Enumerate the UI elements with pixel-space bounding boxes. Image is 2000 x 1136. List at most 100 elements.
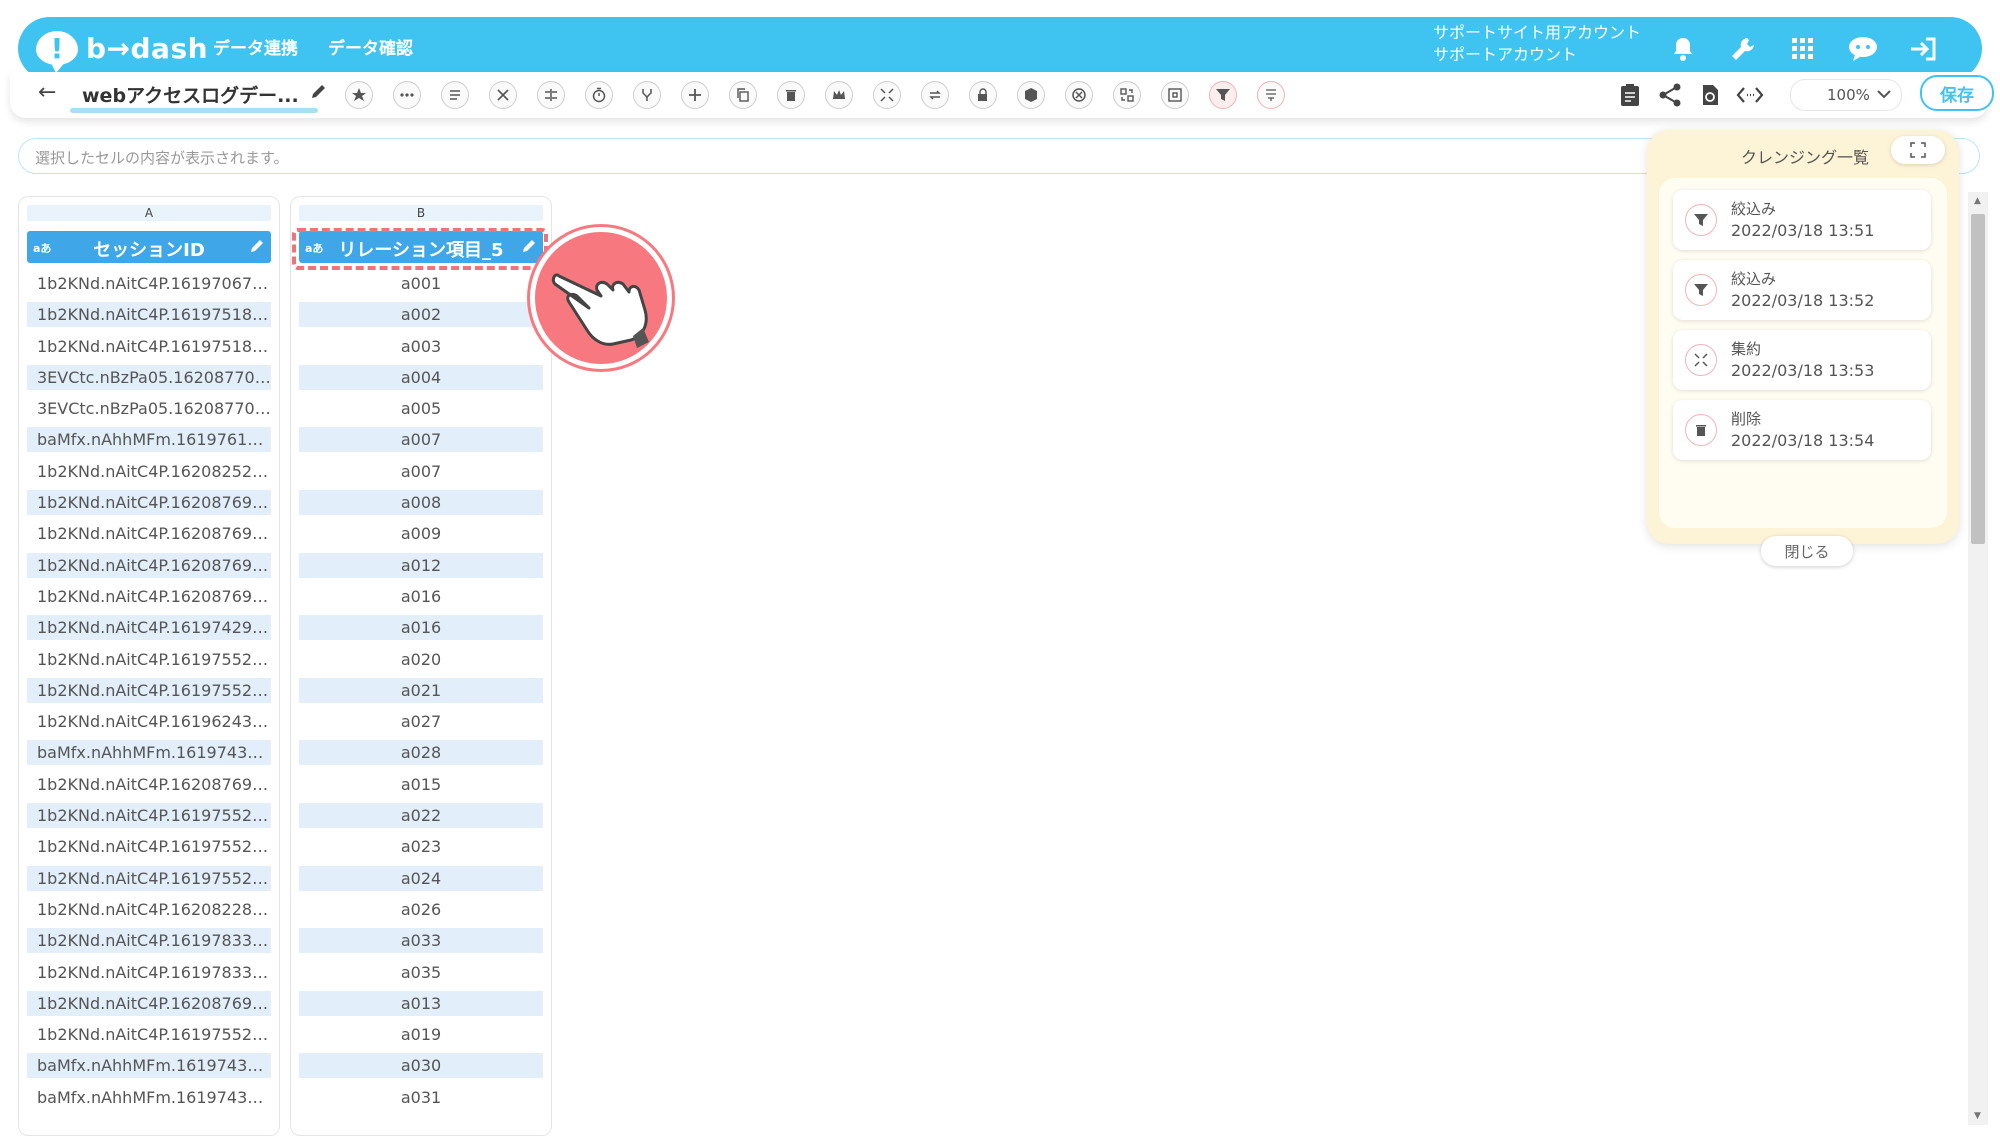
grid-cell[interactable]: a020 [299,647,543,672]
grid-cell[interactable]: a012 [299,552,543,578]
grid-cell[interactable]: baMfx.nAhhMFm.161974348... [27,1053,271,1079]
copy-icon[interactable] [729,81,757,109]
aggregate-compress-icon[interactable] [873,81,901,109]
grid-cell[interactable]: baMfx.nAhhMFm.161976133... [27,427,271,453]
column-letter[interactable]: B [299,205,543,221]
grid-cell[interactable]: 1b2KNd.nAitC4P.162087690... [27,584,271,609]
scrollbar-thumb[interactable] [1971,214,1985,544]
share-icon[interactable] [1655,80,1685,110]
app-grid-icon[interactable] [1783,29,1823,69]
package-box-icon[interactable] [1017,81,1045,109]
cleansing-step[interactable]: 集約 2022/03/18 13:53 [1673,330,1931,390]
column-letter[interactable]: A [27,205,271,221]
close-panel-button[interactable]: 閉じる [1761,536,1853,566]
grid-cell[interactable]: 1b2KNd.nAitC4P.161962432... [27,709,271,734]
grid-cell[interactable]: a026 [299,897,543,922]
grid-cell[interactable]: 1b2KNd.nAitC4P.161975521... [27,865,271,891]
notification-bell-icon[interactable] [1663,29,1703,69]
grid-cell[interactable]: 1b2KNd.nAitC4P.161975180... [27,302,271,328]
code-embed-icon[interactable] [1735,80,1765,110]
add-plus-icon[interactable] [681,81,709,109]
grid-cell[interactable]: a023 [299,834,543,859]
grid-cell[interactable]: a004 [299,364,543,390]
grid-cell[interactable]: a021 [299,677,543,703]
account-info[interactable]: サポートサイト用アカウント サポートアカウント [1433,22,1641,66]
nav-data-integration[interactable]: データ連携 [213,34,298,59]
scroll-up-arrow-icon[interactable]: ▲ [1974,196,1981,206]
logout-icon[interactable] [1903,29,1943,69]
grid-cell[interactable]: a013 [299,990,543,1016]
wrench-settings-icon[interactable] [1723,29,1763,69]
edit-title-pencil-icon[interactable] [310,82,328,104]
grid-cell[interactable]: a003 [299,334,543,359]
more-dots-icon[interactable] [393,81,421,109]
grid-cell[interactable]: a028 [299,740,543,766]
save-button[interactable]: 保存 [1920,75,1994,111]
grid-cell[interactable]: 1b2KNd.nAitC4P.162087690... [27,990,271,1016]
cleansing-step[interactable]: 絞込み 2022/03/18 13:51 [1673,190,1931,250]
history-refresh-icon[interactable] [1695,80,1725,110]
grid-cell[interactable]: a002 [299,302,543,328]
grid-cell[interactable]: 1b2KNd.nAitC4P.161975521... [27,803,271,829]
grid-cell[interactable]: a031 [299,1085,543,1110]
grid-cell[interactable]: a024 [299,865,543,891]
nav-data-check[interactable]: データ確認 [328,34,413,59]
clipboard-icon[interactable] [1615,80,1645,110]
crown-icon[interactable] [825,81,853,109]
zoom-select[interactable]: 100% [1790,79,1902,111]
grid-cell[interactable]: 1b2KNd.nAitC4P.162087690... [27,552,271,578]
document-title[interactable]: webアクセスログデー... [82,81,299,108]
grid-cell[interactable]: 1b2KNd.nAitC4P.162087690... [27,490,271,516]
grid-cell[interactable]: a027 [299,709,543,734]
edit-column-pencil-icon[interactable] [249,238,265,259]
scroll-down-arrow-icon[interactable]: ▼ [1974,1111,1981,1121]
expand-panel-icon[interactable] [1891,136,1945,164]
cancel-circle-icon[interactable] [1065,81,1093,109]
grid-cell[interactable]: 1b2KNd.nAitC4P.161975521... [27,647,271,672]
grid-cell[interactable]: a016 [299,584,543,609]
column-header-session-id[interactable]: aあ セッションID [27,231,271,263]
merge-columns-icon[interactable] [537,81,565,109]
split-tools-icon[interactable] [489,81,517,109]
grid-cell[interactable]: baMfx.nAhhMFm.161974348... [27,1085,271,1110]
grid-cell[interactable]: baMfx.nAhhMFm.161974348... [27,740,271,766]
grid-cell[interactable]: a019 [299,1022,543,1047]
cleansing-step[interactable]: 削除 2022/03/18 13:54 [1673,400,1931,460]
grid-cell[interactable]: 1b2KNd.nAitC4P.162082526... [27,459,271,484]
grid-cell[interactable]: 1b2KNd.nAitC4P.161974291... [27,615,271,641]
grid-cell[interactable]: 3EVCtc.nBzPa05.162087702... [27,396,271,421]
grid-cell[interactable]: a007 [299,459,543,484]
grid-cell[interactable]: 1b2KNd.nAitC4P.161970677... [27,271,271,296]
grid-cell[interactable]: 1b2KNd.nAitC4P.162087690... [27,772,271,797]
grid-cell[interactable]: a009 [299,521,543,546]
support-chat-icon[interactable] [1843,29,1883,69]
frame-select-icon[interactable] [1161,81,1189,109]
delete-trash-icon[interactable] [777,81,805,109]
grid-cell[interactable]: a001 [299,271,543,296]
grid-cell[interactable]: a035 [299,960,543,985]
dedupe-icon[interactable] [1257,81,1285,109]
lock-column-icon[interactable] [969,81,997,109]
grid-cell[interactable]: 3EVCtc.nBzPa05.162087702... [27,364,271,390]
back-arrow-icon[interactable]: ← [38,80,56,105]
grid-cell[interactable]: 1b2KNd.nAitC4P.161975180... [27,334,271,359]
grid-cell[interactable]: a033 [299,928,543,954]
grid-cell[interactable]: 1b2KNd.nAitC4P.162082280... [27,897,271,922]
grid-cell[interactable]: a022 [299,803,543,829]
grid-cell[interactable]: a030 [299,1053,543,1079]
grid-cell[interactable]: 1b2KNd.nAitC4P.161978330... [27,928,271,954]
grid-cell[interactable]: 1b2KNd.nAitC4P.162087690... [27,521,271,546]
grid-cell[interactable]: 1b2KNd.nAitC4P.161975521... [27,834,271,859]
filter-funnel-icon[interactable] [1209,81,1237,109]
cleansing-step[interactable]: 絞込み 2022/03/18 13:52 [1673,260,1931,320]
grid-cell[interactable]: a016 [299,615,543,641]
favorite-star-icon[interactable] [345,81,373,109]
branch-icon[interactable] [633,81,661,109]
bdash-logo[interactable]: ! b→dash [36,25,208,73]
grid-cell[interactable]: a007 [299,427,543,453]
transform-icon[interactable] [1113,81,1141,109]
grid-cell[interactable]: a005 [299,396,543,421]
grid-cell[interactable]: 1b2KNd.nAitC4P.161975521... [27,1022,271,1047]
grid-cell[interactable]: 1b2KNd.nAitC4P.161975521... [27,677,271,703]
grid-cell[interactable]: a015 [299,772,543,797]
